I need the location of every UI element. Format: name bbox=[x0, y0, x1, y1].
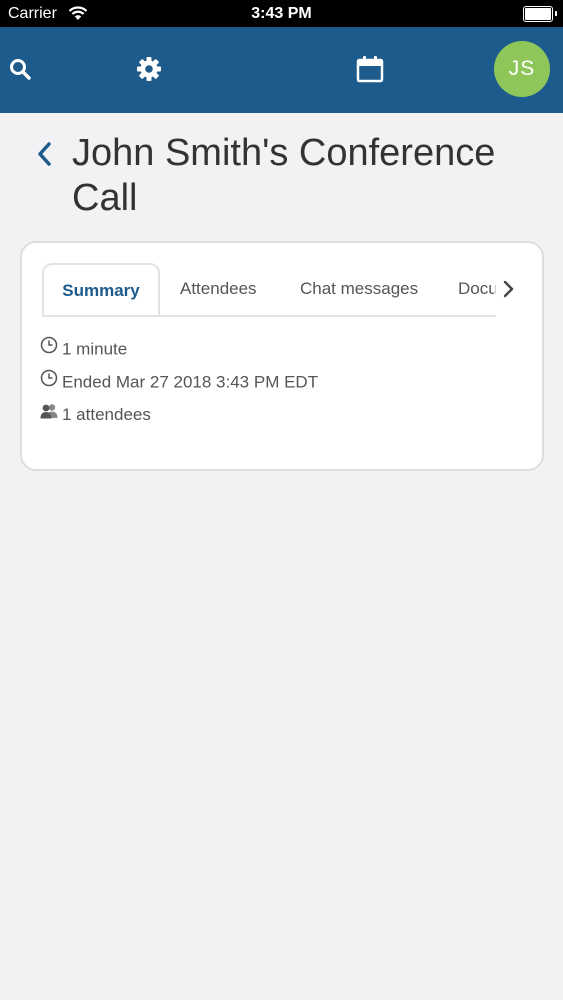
search-icon[interactable] bbox=[8, 57, 32, 86]
duration-text: 1 minute bbox=[62, 339, 128, 359]
attendees-row: 1 attendees bbox=[40, 403, 151, 426]
tab-summary[interactable]: Summary bbox=[42, 263, 160, 315]
avatar[interactable]: JS bbox=[494, 41, 550, 97]
tab-bar: Summary Attendees Chat messages Docu bbox=[42, 263, 496, 317]
users-icon bbox=[40, 403, 58, 425]
chevron-left-icon[interactable] bbox=[36, 141, 54, 172]
duration-row: 1 minute bbox=[40, 336, 128, 360]
page-title: John Smith's Conference Call bbox=[72, 132, 496, 219]
gear-icon[interactable] bbox=[136, 56, 162, 87]
tab-chat-messages[interactable]: Chat messages bbox=[300, 263, 418, 315]
battery-icon bbox=[523, 6, 557, 22]
attendees-text: 1 attendees bbox=[62, 405, 151, 424]
avatar-initials: JS bbox=[508, 57, 536, 80]
calendar-icon[interactable] bbox=[356, 55, 384, 88]
meeting-details-card: Summary Attendees Chat messages Docu 1 m… bbox=[20, 241, 544, 471]
app-header: JS bbox=[0, 27, 563, 113]
page-heading: John Smith's Conference Call bbox=[0, 113, 563, 241]
tab-documents[interactable]: Docu bbox=[458, 263, 496, 315]
status-bar: Carrier 3:43 PM bbox=[0, 0, 563, 27]
tabs-scroll-right-button[interactable] bbox=[494, 263, 524, 315]
tab-attendees[interactable]: Attendees bbox=[180, 263, 257, 315]
clock-icon bbox=[40, 336, 58, 360]
clock-icon bbox=[40, 369, 58, 393]
status-time: 3:43 PM bbox=[251, 5, 312, 22]
ended-row: Ended Mar 27 2018 3:43 PM EDT bbox=[40, 369, 319, 393]
ended-text: Ended Mar 27 2018 3:43 PM EDT bbox=[62, 372, 319, 392]
